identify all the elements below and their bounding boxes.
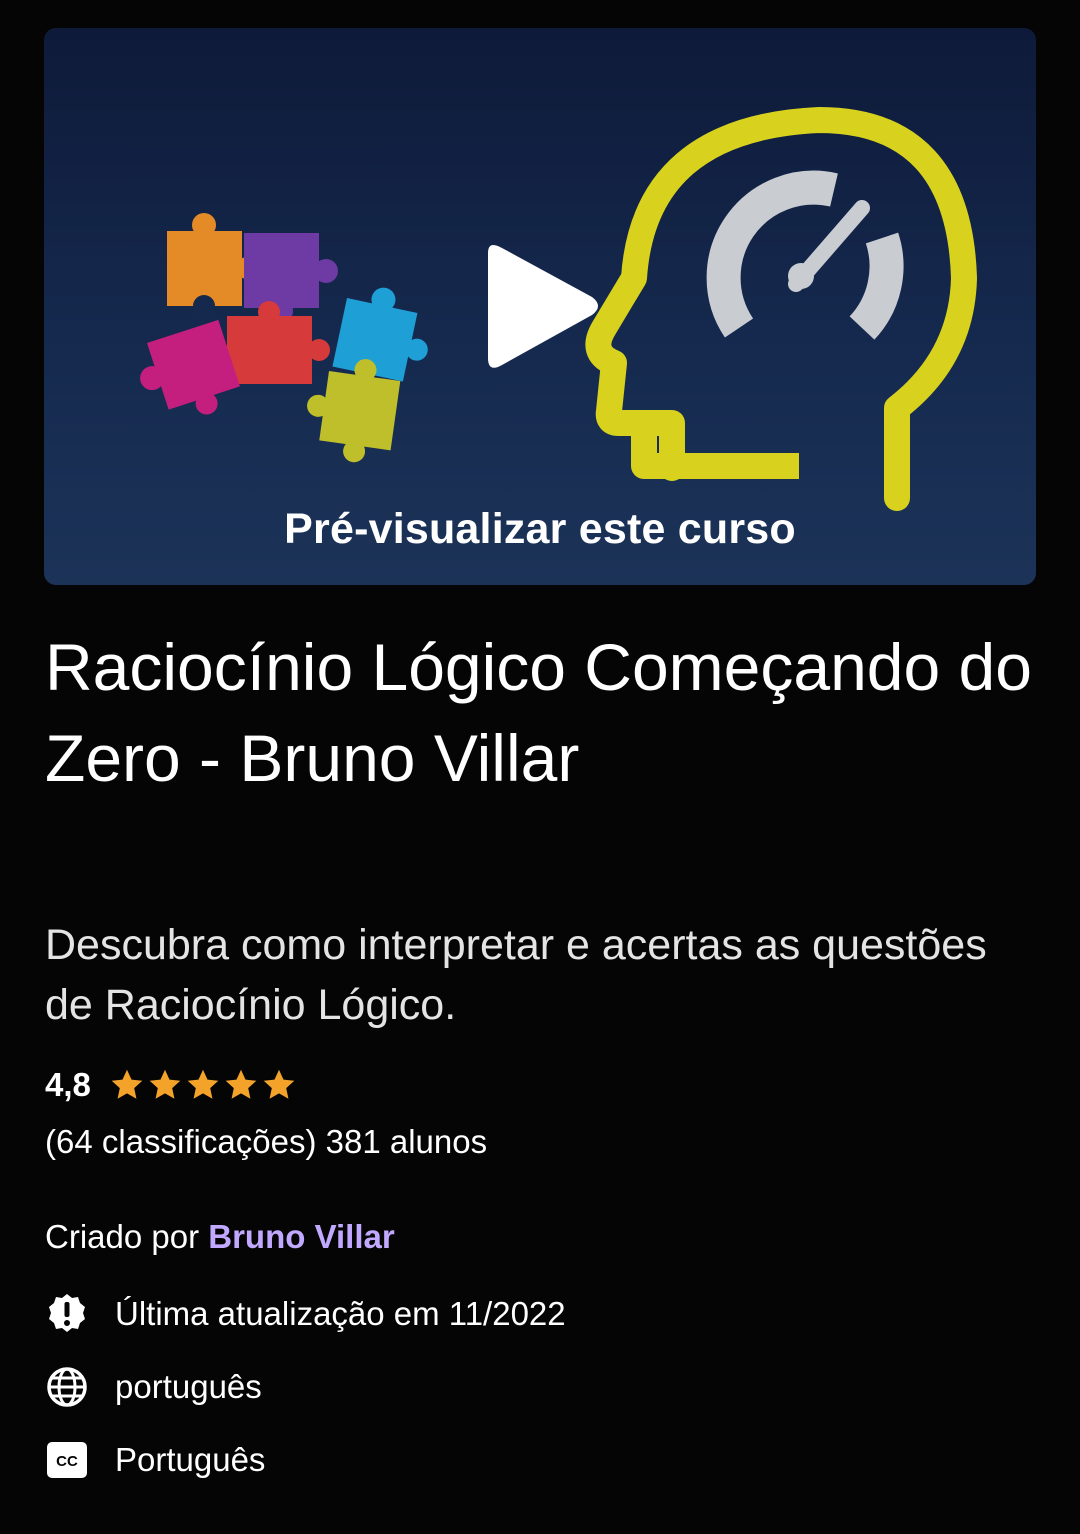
preview-course-label: Pré-visualizar este curso	[284, 505, 796, 553]
last-updated-text: Última atualização em 11/2022	[115, 1295, 566, 1332]
captions-row: CC Português	[45, 1436, 265, 1484]
rating-counts: (64 classificações) 381 alunos	[45, 1123, 487, 1161]
play-icon[interactable]	[488, 244, 598, 368]
head-speedometer-icon	[585, 107, 977, 511]
last-updated-row: Última atualização em 11/2022	[45, 1290, 566, 1338]
course-subtitle: Descubra como interpretar e acertas as q…	[45, 921, 987, 1029]
course-preview-video[interactable]: Pré-visualizar este curso	[44, 28, 1036, 585]
course-title: Raciocínio Lógico Começando do Zero - Br…	[45, 630, 1032, 795]
rating-stars	[109, 1067, 299, 1103]
created-by: Criado por Bruno Villar	[45, 1218, 395, 1256]
star-icon	[111, 1069, 143, 1099]
svg-text:CC: CC	[56, 1453, 78, 1470]
star-icon	[225, 1069, 257, 1099]
course-preview-artwork	[140, 107, 977, 511]
created-by-label: Criado por	[45, 1218, 200, 1255]
star-icon	[149, 1069, 181, 1099]
students-count: 381 alunos	[325, 1123, 488, 1160]
puzzle-pieces	[140, 213, 428, 463]
captions-text: Português	[115, 1441, 266, 1478]
rating-value: 4,8	[45, 1066, 91, 1103]
rating-row: 4,8	[45, 1060, 299, 1110]
ratings-count: (64 classificações)	[45, 1123, 317, 1160]
alert-badge-icon	[49, 1294, 85, 1332]
globe-icon	[47, 1367, 87, 1407]
star-icon	[187, 1069, 219, 1099]
closed-captions-icon: CC	[47, 1442, 87, 1478]
language-text: português	[115, 1368, 262, 1405]
star-icon	[263, 1069, 295, 1099]
language-row: português	[45, 1363, 262, 1411]
creator-link[interactable]: Bruno Villar	[208, 1218, 394, 1255]
